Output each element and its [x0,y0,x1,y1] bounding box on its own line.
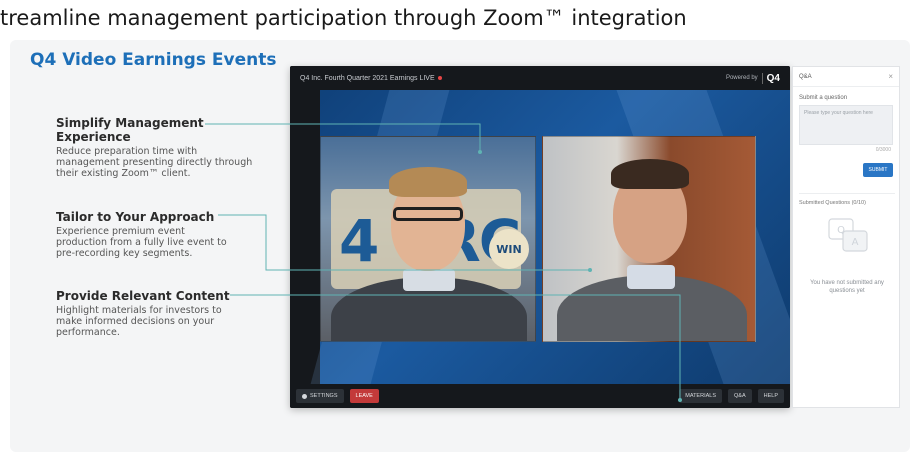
settings-button[interactable]: SETTINGS [296,389,344,403]
player-top-bar: Q4 Inc. Fourth Quarter 2021 Earnings LIV… [290,66,790,90]
feature-relevant-content: Provide Relevant Content Highlight mater… [56,289,236,338]
submit-question-button[interactable]: SUBMIT [863,163,893,177]
svg-text:A: A [852,237,859,248]
feature-title: Simplify Management Experience [56,116,256,144]
live-indicator [437,75,442,80]
materials-button[interactable]: MATERIALS [679,389,722,403]
submit-question-label: Submit a question [799,95,848,101]
video-tile-speaker-2[interactable] [542,136,756,342]
feature-description: Experience premium event production from… [56,226,227,259]
help-button[interactable]: HELP [757,389,784,403]
char-count: 0/3000 [875,147,891,153]
feature-description: Reduce preparation time with management … [56,146,253,179]
powered-by: Powered by Q4 [725,72,780,84]
powered-by-label: Powered by [725,75,758,81]
leave-button[interactable]: LEAVE [349,389,379,403]
video-stage: 4 CRC WIN [290,90,790,384]
feature-simplify: Simplify Management Experience Reduce pr… [56,116,256,179]
video-tile-speaker-1[interactable]: 4 CRC WIN [320,136,536,342]
empty-questions-message: You have not submitted any questions yet [810,280,884,294]
video-player: Q4 Inc. Fourth Quarter 2021 Earnings LIV… [290,66,790,408]
feature-title: Provide Relevant Content [56,289,230,303]
feature-tailor: Tailor to Your Approach Experience premi… [56,210,236,259]
backdrop-poster-badge: WIN [489,229,529,269]
stage-side-bar [290,90,320,384]
submitted-questions-title: Submitted Questions (0/10) [799,193,895,206]
q4-logo: Q4 [761,72,780,84]
gear-icon [302,393,307,399]
qa-button[interactable]: Q&A [728,389,752,403]
player-controls: SETTINGS LEAVE MATERIALS Q&A HELP [290,384,790,408]
feature-title-line1: Simplify Management [56,116,204,130]
qa-title: Q&A [799,73,812,80]
close-icon[interactable]: × [888,72,893,81]
qa-header: Q&A × [793,67,899,87]
event-title: Q4 Inc. Fourth Quarter 2021 Earnings LIV… [300,75,442,82]
headline: treamline management participation throu… [0,6,687,30]
section-title: Q4 Video Earnings Events [30,50,277,70]
chat-bubbles-icon: Q A [828,218,868,252]
qa-panel: Q&A × Submit a question Please type your… [792,66,900,408]
feature-title: Tailor to Your Approach [56,210,215,224]
feature-description: Highlight materials for investors to mak… [56,305,222,338]
question-input[interactable]: Please type your question here [799,105,893,145]
feature-title-line2: Experience [56,130,131,144]
